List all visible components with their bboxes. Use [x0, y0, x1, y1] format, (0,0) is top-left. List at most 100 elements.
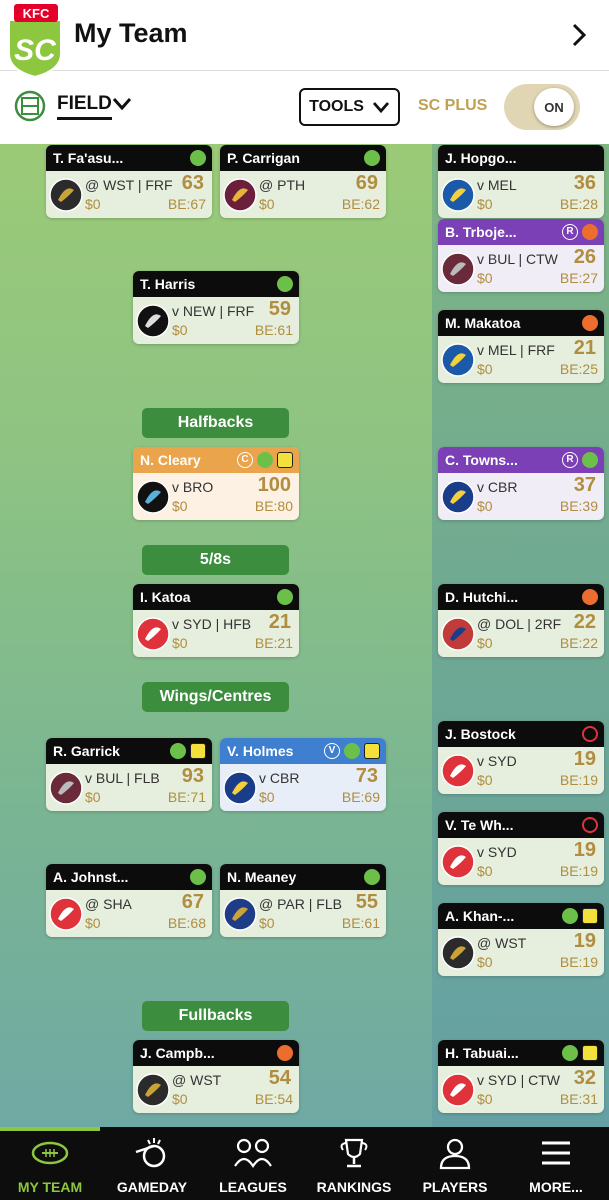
club-logo-icon: [49, 897, 83, 931]
bench-player-card[interactable]: C. Towns... Rv CBR $0 37 BE:39: [438, 447, 604, 520]
fixture-text: v MEL: [477, 177, 517, 193]
fixture-text: @ PAR | FLB: [259, 896, 342, 912]
status-icons: [582, 315, 598, 331]
svg-text:SC: SC: [14, 34, 57, 67]
player-name-bar: J. Hopgo...: [438, 145, 604, 171]
price-text: $0: [477, 498, 493, 514]
player-name: J. Hopgo...: [445, 150, 517, 166]
score-value: 54: [268, 1067, 291, 1089]
player-name-bar: R. Garrick: [46, 738, 212, 764]
club-logo-icon: [441, 845, 475, 879]
fixture-text: v SYD: [477, 844, 517, 860]
player-name-bar: T. Fa'asu...: [46, 145, 212, 171]
tools-button[interactable]: TOOLS: [299, 88, 400, 126]
kfc-sc-logo: KFC SC: [8, 4, 62, 78]
selected-check-icon: [277, 276, 293, 292]
player-name-bar: D. Hutchi...: [438, 584, 604, 610]
vice-captain-badge: V: [324, 743, 340, 759]
football-icon: [31, 1141, 69, 1165]
player-card[interactable]: J. Campb... @ WST $0 54 BE:54: [133, 1040, 299, 1113]
player-card[interactable]: N. Cleary Cv BRO $0 100 BE:80: [133, 447, 299, 520]
chevron-right-icon[interactable]: [568, 22, 590, 48]
player-name: D. Hutchi...: [445, 589, 519, 605]
player-card[interactable]: P. Carrigan @ PTH $0 69 BE:62: [220, 145, 386, 218]
position-label-halfbacks: Halfbacks: [142, 408, 289, 438]
fixture-text: @ DOL | 2RF: [477, 616, 562, 632]
bench-player-card[interactable]: B. Trboje... Rv BUL | CTW $0 26 BE:27: [438, 219, 604, 292]
club-logo-icon: [441, 343, 475, 377]
player-card[interactable]: I. Katoa v SYD | HFB $0 21 BE:21: [133, 584, 299, 657]
score-value: 55: [355, 891, 378, 913]
breakeven-text: BE:25: [559, 361, 598, 377]
club-logo-icon: [441, 178, 475, 212]
price-text: $0: [477, 196, 493, 212]
player-card[interactable]: T. Fa'asu... @ WST | FRF $0 63 BE:67: [46, 145, 212, 218]
score-value: 21: [268, 611, 291, 633]
score-value: 19: [573, 748, 596, 770]
tools-label: TOOLS: [309, 98, 364, 115]
bench-player-card[interactable]: M. Makatoa v MEL | FRF $0 21 BE:25: [438, 310, 604, 383]
score-value: 69: [355, 172, 378, 194]
warning-icon: [364, 743, 380, 759]
player-card[interactable]: N. Meaney @ PAR | FLB $0 55 BE:61: [220, 864, 386, 937]
versus-icon: [234, 1138, 272, 1169]
injury-alert-icon: [277, 1045, 293, 1061]
player-card[interactable]: T. Harris v NEW | FRF $0 59 BE:61: [133, 271, 299, 344]
price-text: $0: [259, 789, 275, 805]
fixture-text: v SYD: [477, 753, 517, 769]
chevron-down-icon[interactable]: [112, 96, 132, 112]
player-name-bar: J. Campb...: [133, 1040, 299, 1066]
bench-player-card[interactable]: D. Hutchi... @ DOL | 2RF $0 22 BE:22: [438, 584, 604, 657]
status-icons: [190, 869, 206, 885]
player-name-bar: P. Carrigan: [220, 145, 386, 171]
player-name: J. Campb...: [140, 1045, 215, 1061]
price-text: $0: [85, 915, 101, 931]
status-icons: [170, 743, 206, 759]
club-logo-icon: [223, 897, 257, 931]
club-logo-icon: [136, 1073, 170, 1107]
player-card[interactable]: V. Holmes Vv CBR $0 73 BE:69: [220, 738, 386, 811]
price-text: $0: [172, 1091, 188, 1107]
player-name: N. Meaney: [227, 869, 297, 885]
fixture-text: v BRO: [172, 479, 214, 495]
player-card[interactable]: R. Garrick v BUL | FLB $0 93 BE:71: [46, 738, 212, 811]
score-value: 36: [573, 172, 596, 194]
bench-player-card[interactable]: J. Bostock v SYD $0 19 BE:19: [438, 721, 604, 794]
player-name-bar: A. Khan-...: [438, 903, 604, 929]
selected-check-icon: [257, 452, 273, 468]
breakeven-text: BE:22: [559, 635, 598, 651]
bench-player-card[interactable]: J. Hopgo... v MEL $0 36 BE:28: [438, 145, 604, 218]
field-icon[interactable]: [14, 90, 46, 122]
breakeven-text: BE:61: [341, 915, 380, 931]
breakeven-text: BE:39: [559, 498, 598, 514]
score-value: 26: [573, 246, 596, 268]
position-label-five-eighths: 5/8s: [142, 545, 289, 575]
score-value: 19: [573, 839, 596, 861]
position-label-wings-centres: Wings/Centres: [142, 682, 289, 712]
selected-check-icon: [562, 1045, 578, 1061]
fixture-text: @ WST | FRF: [85, 177, 173, 193]
player-name: C. Towns...: [445, 452, 518, 468]
club-logo-icon: [441, 617, 475, 651]
score-value: 93: [181, 765, 204, 787]
score-value: 32: [573, 1067, 596, 1089]
score-value: 63: [181, 172, 204, 194]
nav-item-more[interactable]: MORE...: [495, 1127, 609, 1200]
app-header: My Team: [0, 0, 609, 71]
club-logo-icon: [441, 754, 475, 788]
player-card[interactable]: A. Johnst... @ SHA $0 67 BE:68: [46, 864, 212, 937]
bench-player-card[interactable]: A. Khan-... @ WST $0 19 BE:19: [438, 903, 604, 976]
club-logo-icon: [136, 480, 170, 514]
club-logo-icon: [136, 304, 170, 338]
status-icons: [277, 589, 293, 605]
breakeven-text: BE:71: [167, 789, 206, 805]
sc-plus-toggle[interactable]: ON: [504, 84, 580, 130]
bench-player-card[interactable]: H. Tabuai... v SYD | CTW $0 32 BE:31: [438, 1040, 604, 1113]
price-text: $0: [477, 361, 493, 377]
status-icons: [582, 726, 598, 742]
fixture-text: @ PTH: [259, 177, 306, 193]
bench-player-card[interactable]: V. Te Wh... v SYD $0 19 BE:19: [438, 812, 604, 885]
breakeven-text: BE:67: [167, 196, 206, 212]
field-view-selector[interactable]: FIELD: [57, 93, 112, 120]
player-name-bar: H. Tabuai...: [438, 1040, 604, 1066]
